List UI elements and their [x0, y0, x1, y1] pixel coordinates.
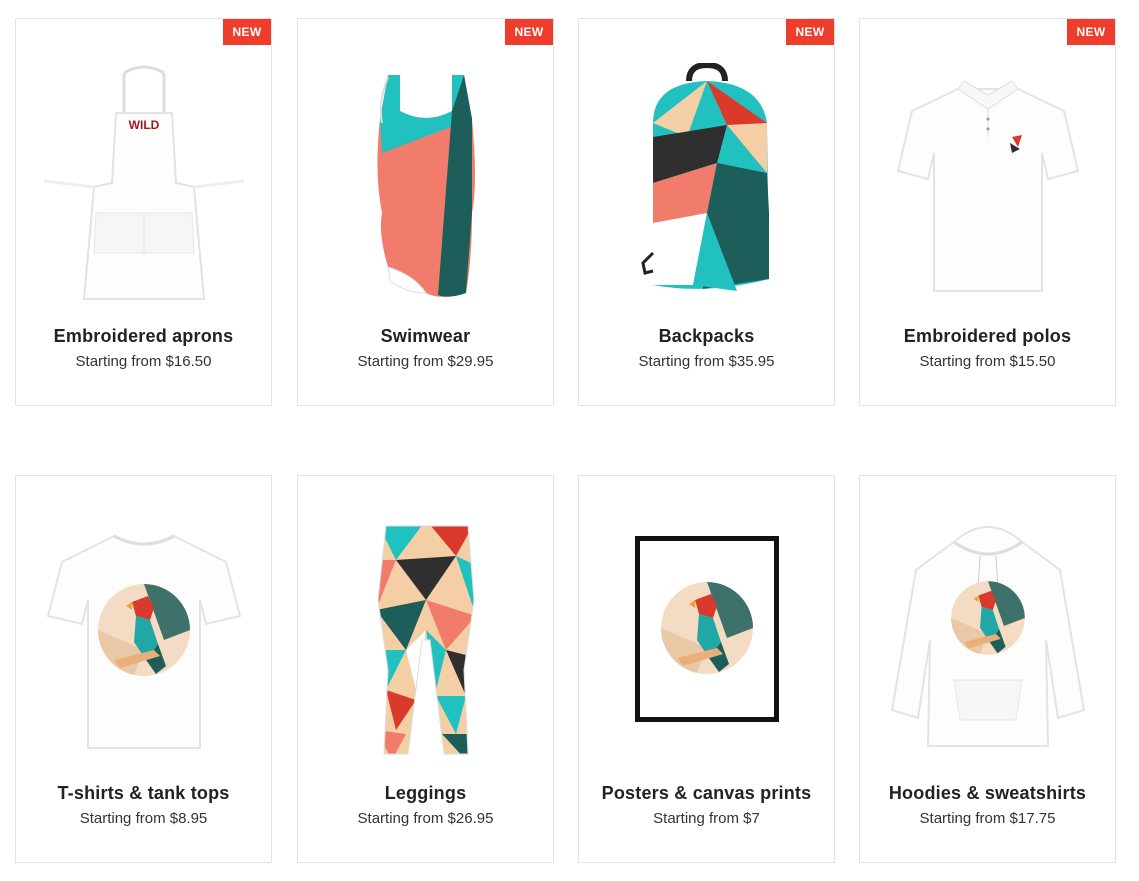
polo-shirt-icon [888, 63, 1088, 303]
product-card-hoodies[interactable]: Hoodies & sweatshirts Starting from $17.… [859, 475, 1116, 863]
product-title: Backpacks [658, 326, 755, 346]
product-price: Starting from $26.95 [357, 810, 494, 827]
product-title: Hoodies & sweatshirts [888, 783, 1087, 803]
new-badge: NEW [505, 19, 553, 45]
product-card-backpacks[interactable]: NEW Backpacks Starting from $35.95 [578, 18, 835, 406]
product-price: Starting from $29.95 [357, 353, 494, 370]
hoodie-icon [888, 520, 1088, 760]
product-card-polos[interactable]: NEW Embroidered polos Starting from $15.… [859, 18, 1116, 406]
product-card-swimwear[interactable]: NEW Swimwear Starting from $29.95 [297, 18, 554, 406]
product-title: Posters & canvas prints [601, 783, 812, 803]
product-title: T-shirts & tank tops [57, 783, 230, 803]
new-badge: NEW [786, 19, 834, 45]
product-price: Starting from $8.95 [79, 810, 208, 827]
product-card-aprons[interactable]: NEW WILD Embroidered aprons Starting fro… [15, 18, 272, 406]
product-title: Embroidered polos [903, 326, 1072, 346]
apron-print-text: WILD [129, 118, 160, 132]
leggings-icon [326, 520, 526, 760]
new-badge: NEW [223, 19, 271, 45]
tshirt-icon [44, 520, 244, 760]
swimsuit-icon [326, 63, 526, 303]
apron-icon: WILD [44, 63, 244, 303]
product-price: Starting from $15.50 [919, 353, 1056, 370]
product-price: Starting from $35.95 [638, 353, 775, 370]
product-price: Starting from $7 [653, 810, 760, 827]
new-badge: NEW [1067, 19, 1115, 45]
product-price: Starting from $16.50 [75, 353, 212, 370]
backpack-icon [607, 63, 807, 303]
poster-icon [607, 520, 807, 760]
product-title: Embroidered aprons [53, 326, 234, 346]
product-title: Swimwear [380, 326, 471, 346]
product-card-leggings[interactable]: Leggings Starting from $26.95 [297, 475, 554, 863]
product-card-tshirts[interactable]: T-shirts & tank tops Starting from $8.95 [15, 475, 272, 863]
product-card-posters[interactable]: Posters & canvas prints Starting from $7 [578, 475, 835, 863]
product-price: Starting from $17.75 [919, 810, 1056, 827]
product-title: Leggings [384, 783, 467, 803]
